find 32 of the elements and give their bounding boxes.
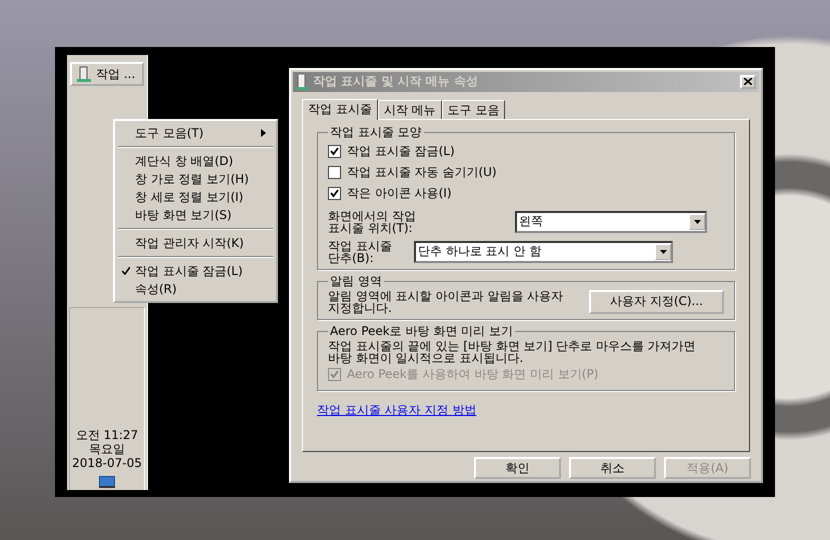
checkbox[interactable]: 작업 표시줄 잠금(L) [328, 140, 724, 162]
dropdown-field[interactable]: 왼쪽 [515, 210, 707, 233]
menu-item[interactable]: 창 세로 정렬 보기(I) [117, 188, 274, 206]
field-label: 화면에서의 작업 표시줄 위치(T): [328, 210, 416, 234]
window-title: 작업 표시줄 및 시작 메뉴 속성 [313, 73, 479, 90]
tab[interactable]: 시작 메뉴 [378, 100, 442, 119]
checkbox[interactable]: 작업 표시줄 자동 숨기기(U) [328, 162, 724, 183]
dialog-button[interactable]: 취소 [569, 457, 656, 479]
help-link[interactable]: 작업 표시줄 사용자 지정 방법 [317, 402, 476, 419]
menu-item[interactable]: 속성(R) [117, 280, 274, 298]
menu-item[interactable]: 작업 관리자 시작(K) [117, 234, 274, 252]
menu-item[interactable]: 계단식 창 배열(D) [117, 152, 274, 170]
clock-date: 2018-07-05 [72, 456, 142, 470]
clock-day: 목요일 [89, 442, 125, 456]
clock-time: 오전 11:27 [76, 428, 138, 442]
group-title: 작업 표시줄 모양 [329, 124, 423, 141]
menu-item[interactable]: 작업 표시줄 잠금(L) [117, 262, 274, 280]
group-title: 알림 영역 [329, 272, 383, 290]
field-label: 작업 표시줄 단추(B): [328, 240, 393, 264]
menu-item[interactable]: 창 가로 정렬 보기(H) [117, 170, 274, 188]
menu-item[interactable]: 바탕 화면 보기(S) [117, 206, 274, 224]
customize-button[interactable]: 사용자 지정(C)... [589, 290, 724, 314]
group-title: Aero Peek로 바탕 화면 미리 보기 [329, 322, 514, 340]
dialog-button[interactable]: 확인 [474, 457, 561, 479]
tab[interactable]: 도구 모음 [442, 100, 506, 119]
description-text: 알림 영역에 표시할 아이콘과 알림을 사용자 지정합니다. [328, 290, 564, 314]
menu-item[interactable]: 도구 모음(T) [117, 124, 274, 142]
taskbar-button[interactable]: 작업 ... [70, 62, 144, 86]
tab[interactable]: 작업 표시줄 [302, 98, 378, 120]
checkbox[interactable]: 작은 아이콘 사용(I) [328, 182, 724, 204]
dropdown-field[interactable]: 단추 하나로 표시 안 함 [414, 240, 673, 263]
description-text: 작업 표시줄의 끝에 있는 [바탕 화면 보기] 단추로 마우스를 가져가면 바탕 화면이 일시적으로 표시됩니다. [328, 340, 697, 364]
